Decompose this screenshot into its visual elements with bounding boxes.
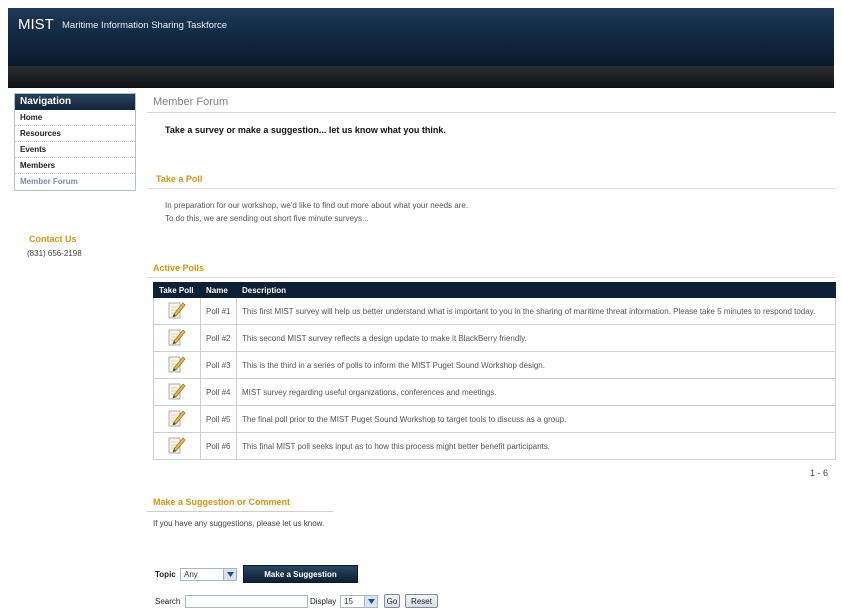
poll-name: Poll #4 <box>200 378 237 406</box>
suggestion-title: Make a Suggestion or Comment <box>153 497 291 507</box>
page-title: Member Forum <box>153 96 229 108</box>
navigation-panel: Navigation Home Resources Events Members… <box>14 93 136 191</box>
topic-select[interactable]: Any <box>180 568 237 581</box>
site-brand[interactable]: MIST <box>18 16 54 33</box>
navigation-title: Navigation <box>15 94 135 110</box>
pager: 1 - 6 <box>810 468 829 478</box>
take-poll-cell <box>153 297 201 325</box>
table-row: Poll #4 MIST survey regarding useful orga… <box>153 378 836 406</box>
nav-item-home[interactable]: Home <box>15 110 135 126</box>
divider <box>147 188 836 189</box>
edit-pencil-icon[interactable] <box>168 410 186 427</box>
nav-item-member-forum[interactable]: Member Forum <box>15 174 135 190</box>
poll-name: Poll #6 <box>200 432 237 460</box>
take-poll-cell <box>153 324 201 352</box>
poll-description: The final poll prior to the MIST Puget S… <box>236 405 836 433</box>
column-header-take-poll: Take Poll <box>153 282 201 298</box>
nav-item-resources[interactable]: Resources <box>15 126 135 142</box>
chevron-down-icon <box>364 596 377 607</box>
table-row: Poll #3 This is the third in a series of … <box>153 351 836 379</box>
polls-table: Take Poll Name Description Poll #1 This f… <box>153 282 836 460</box>
take-poll-cell <box>153 432 201 460</box>
table-row: Poll #1 This first MIST survey will help … <box>153 297 836 325</box>
poll-description: This second MIST survey reflects a desig… <box>236 324 836 352</box>
take-poll-cell <box>153 378 201 406</box>
divider <box>147 277 836 278</box>
contact-phone: (831) 656-2198 <box>27 249 82 258</box>
table-row: Poll #2 This second MIST survey reflects … <box>153 324 836 352</box>
nav-item-events[interactable]: Events <box>15 142 135 158</box>
reset-button[interactable]: Reset <box>405 594 438 608</box>
edit-pencil-icon[interactable] <box>168 329 186 346</box>
poll-description: MIST survey regarding useful organizatio… <box>236 378 836 406</box>
display-select-value: 15 <box>344 597 353 606</box>
header-band <box>8 66 834 88</box>
make-suggestion-button[interactable]: Make a Suggestion <box>243 565 358 583</box>
table-row: Poll #5 The final poll prior to the MIST … <box>153 405 836 433</box>
search-label: Search <box>155 597 181 606</box>
topic-select-value: Any <box>184 570 198 579</box>
take-poll-line-1: In preparation for our workshop, we'd li… <box>165 201 469 210</box>
table-row: Poll #6 This final MIST poll seeks input … <box>153 432 836 460</box>
edit-pencil-icon[interactable] <box>168 383 186 400</box>
go-button[interactable]: Go <box>384 594 400 608</box>
topic-label: Topic <box>155 570 176 579</box>
poll-description: This final MIST poll seeks input as to h… <box>236 432 836 460</box>
divider <box>147 511 333 512</box>
edit-pencil-icon[interactable] <box>168 437 186 454</box>
poll-name: Poll #2 <box>200 324 237 352</box>
display-select[interactable]: 15 <box>340 595 378 608</box>
search-input[interactable] <box>185 595 308 608</box>
table-header-row: Take Poll Name Description <box>153 282 836 298</box>
take-poll-cell <box>153 351 201 379</box>
column-header-name: Name <box>200 282 237 298</box>
take-poll-line-2: To do this, we are sending out short fiv… <box>165 214 369 223</box>
poll-name: Poll #3 <box>200 351 237 379</box>
poll-name: Poll #1 <box>200 297 237 325</box>
poll-description: This first MIST survey will help us bett… <box>236 297 836 325</box>
contact-title: Contact Us <box>29 234 77 244</box>
edit-pencil-icon[interactable] <box>168 356 186 373</box>
take-poll-title: Take a Poll <box>156 174 203 184</box>
poll-description: This is the third in a series of polls t… <box>236 351 836 379</box>
suggestion-text: If you have any suggestions, please let … <box>153 519 325 528</box>
active-polls-title: Active Polls <box>153 263 205 273</box>
nav-item-members[interactable]: Members <box>15 158 135 174</box>
poll-name: Poll #5 <box>200 405 237 433</box>
divider <box>147 112 836 113</box>
display-label: Display <box>310 597 337 606</box>
chevron-down-icon <box>223 569 236 580</box>
edit-pencil-icon[interactable] <box>168 302 186 319</box>
site-header: MIST Maritime Information Sharing Taskfo… <box>8 8 834 88</box>
site-tagline: Maritime Information Sharing Taskforce <box>62 20 228 31</box>
take-poll-cell <box>153 405 201 433</box>
intro-text: Take a survey or make a suggestion... le… <box>165 125 446 135</box>
column-header-description: Description <box>236 282 836 298</box>
